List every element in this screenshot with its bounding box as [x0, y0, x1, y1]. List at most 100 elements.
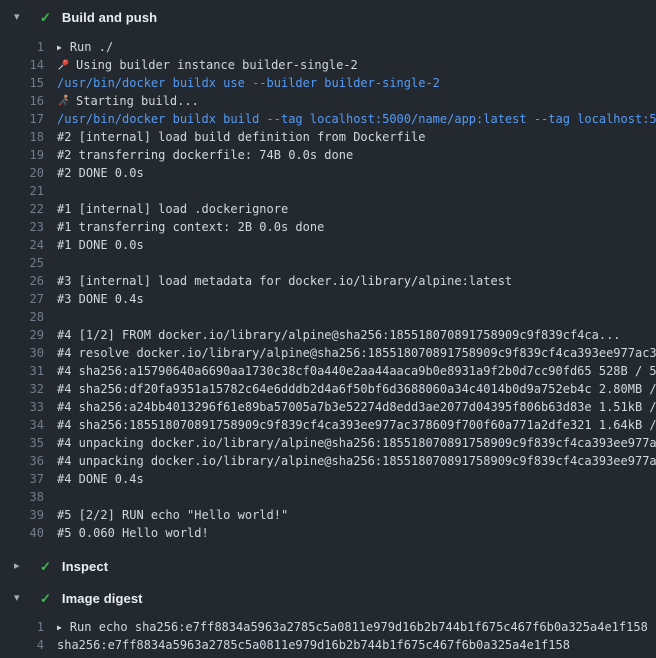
- line-number[interactable]: 14: [0, 56, 44, 74]
- line-number[interactable]: 29: [0, 326, 44, 344]
- section-header-build-and-push[interactable]: ▾ ✓ Build and push: [0, 0, 656, 34]
- section-title: Build and push: [62, 10, 157, 25]
- line-number[interactable]: 17: [0, 110, 44, 128]
- line-number[interactable]: 28: [0, 308, 44, 326]
- section-title: Inspect: [62, 559, 108, 574]
- line-number[interactable]: 27: [0, 290, 44, 308]
- log-line: 27 #3 DONE 0.4s: [0, 290, 656, 308]
- log-line: 35 #4 unpacking docker.io/library/alpine@…: [0, 434, 656, 452]
- log-lines-image-digest: 1 ▶Run echo sha256:e7ff8834a5963a2785c5a0…: [0, 614, 656, 658]
- line-number[interactable]: 31: [0, 362, 44, 380]
- log-line: 1 ▶Run ./: [0, 38, 656, 56]
- log-line-text: #5 0.060 Hello world!: [57, 524, 209, 542]
- line-number[interactable]: 1: [0, 618, 44, 636]
- log-line-text: #4 sha256:a24bb4013296f61e89ba57005a7b3e…: [57, 398, 656, 416]
- log-line-text: #3 [internal] load metadata for docker.i…: [57, 272, 512, 290]
- line-number[interactable]: 1: [0, 38, 44, 56]
- line-number[interactable]: 33: [0, 398, 44, 416]
- line-number[interactable]: 30: [0, 344, 44, 362]
- log-line: 28: [0, 308, 656, 326]
- log-line-text: #4 DONE 0.4s: [57, 470, 144, 488]
- runner-icon: [57, 94, 70, 107]
- log-line-text: #4 [1/2] FROM docker.io/library/alpine@s…: [57, 326, 621, 344]
- expand-arrow-icon[interactable]: ▶: [57, 619, 62, 636]
- log-line: 39 #5 [2/2] RUN echo "Hello world!": [0, 506, 656, 524]
- log-line: 16 Starting build...: [0, 92, 656, 110]
- log-line-text: Starting build...: [57, 92, 199, 110]
- log-line-text: #2 DONE 0.0s: [57, 164, 144, 182]
- log-line-text: #3 DONE 0.4s: [57, 290, 144, 308]
- log-line: 24 #1 DONE 0.0s: [0, 236, 656, 254]
- log-line: 32 #4 sha256:df20fa9351a15782c64e6dddb2d4…: [0, 380, 656, 398]
- log-line: 36 #4 unpacking docker.io/library/alpine@…: [0, 452, 656, 470]
- line-number[interactable]: 24: [0, 236, 44, 254]
- line-number[interactable]: 35: [0, 434, 44, 452]
- section-title: Image digest: [62, 591, 143, 606]
- line-number[interactable]: 18: [0, 128, 44, 146]
- log-line-text: Using builder instance builder-single-2: [57, 56, 358, 74]
- log-line-command: /usr/bin/docker buildx build --tag local…: [57, 110, 656, 128]
- line-number[interactable]: 21: [0, 182, 44, 200]
- line-number[interactable]: 36: [0, 452, 44, 470]
- success-check-icon: ✓: [40, 592, 51, 605]
- log-line-text: #1 transferring context: 2B 0.0s done: [57, 218, 324, 236]
- log-line-text: #4 unpacking docker.io/library/alpine@sh…: [57, 434, 656, 452]
- expand-arrow-icon[interactable]: ▶: [57, 39, 62, 56]
- log-line: 21: [0, 182, 656, 200]
- log-line-text: #4 sha256:df20fa9351a15782c64e6dddb2d4a6…: [57, 380, 656, 398]
- line-number[interactable]: 26: [0, 272, 44, 290]
- line-number[interactable]: 34: [0, 416, 44, 434]
- log-line-text: #4 sha256:185518070891758909c9f839cf4ca3…: [57, 416, 656, 434]
- log-line: 15/usr/bin/docker buildx use --builder b…: [0, 74, 656, 92]
- log-line: 34 #4 sha256:185518070891758909c9f839cf4c…: [0, 416, 656, 434]
- log-line: 29 #4 [1/2] FROM docker.io/library/alpine…: [0, 326, 656, 344]
- log-line: 4 sha256:e7ff8834a5963a2785c5a0811e979d16…: [0, 636, 656, 654]
- log-line: 1 ▶Run echo sha256:e7ff8834a5963a2785c5a0…: [0, 618, 656, 636]
- pushpin-icon: [57, 58, 70, 71]
- line-number[interactable]: 20: [0, 164, 44, 182]
- log-line-text: #1 [internal] load .dockerignore: [57, 200, 288, 218]
- log-line: 30 #4 resolve docker.io/library/alpine@sh…: [0, 344, 656, 362]
- line-number[interactable]: 19: [0, 146, 44, 164]
- line-number[interactable]: 32: [0, 380, 44, 398]
- line-number[interactable]: 15: [0, 74, 44, 92]
- success-check-icon: ✓: [40, 11, 51, 24]
- chevron-down-icon: ▾: [14, 12, 28, 23]
- line-number[interactable]: 37: [0, 470, 44, 488]
- log-line: 18 #2 [internal] load build definition fr…: [0, 128, 656, 146]
- log-line-text: sha256:e7ff8834a5963a2785c5a0811e979d16b…: [57, 636, 570, 654]
- log-line: 25: [0, 254, 656, 272]
- log-line-text: #4 resolve docker.io/library/alpine@sha2…: [57, 344, 656, 362]
- log-line-text: #2 [internal] load build definition from…: [57, 128, 425, 146]
- section-header-inspect[interactable]: ▸ ✓ Inspect: [0, 550, 656, 582]
- line-number[interactable]: 4: [0, 636, 44, 654]
- chevron-right-icon: ▸: [14, 561, 28, 572]
- log-line: 22 #1 [internal] load .dockerignore: [0, 200, 656, 218]
- line-number[interactable]: 39: [0, 506, 44, 524]
- log-line-text: #2 transferring dockerfile: 74B 0.0s don…: [57, 146, 353, 164]
- log-line-command: /usr/bin/docker buildx use --builder bui…: [57, 74, 440, 92]
- workflow-log: ▾✓Build and push1▶Run ./14Using builder …: [0, 0, 656, 658]
- line-number[interactable]: 40: [0, 524, 44, 542]
- log-line-text: #4 unpacking docker.io/library/alpine@sh…: [57, 452, 656, 470]
- line-number[interactable]: 23: [0, 218, 44, 236]
- log-line: 37 #4 DONE 0.4s: [0, 470, 656, 488]
- log-line: 20 #2 DONE 0.0s: [0, 164, 656, 182]
- log-line: 31 #4 sha256:a15790640a6690aa1730c38cf0a4…: [0, 362, 656, 380]
- log-line-text: #1 DONE 0.0s: [57, 236, 144, 254]
- log-line-text: #4 sha256:a15790640a6690aa1730c38cf0a440…: [57, 362, 656, 380]
- line-number[interactable]: 22: [0, 200, 44, 218]
- line-number[interactable]: 38: [0, 488, 44, 506]
- log-line: 19 #2 transferring dockerfile: 74B 0.0s d…: [0, 146, 656, 164]
- line-number[interactable]: 16: [0, 92, 44, 110]
- success-check-icon: ✓: [40, 560, 51, 573]
- log-line-text: ▶Run echo sha256:e7ff8834a5963a2785c5a08…: [57, 618, 648, 636]
- section-header-image-digest[interactable]: ▾✓Image digest: [0, 582, 656, 614]
- log-lines-build-and-push: 1 ▶Run ./ 14 Using builder instance builder…: [0, 34, 656, 550]
- line-number[interactable]: 25: [0, 254, 44, 272]
- log-line: 40 #5 0.060 Hello world!: [0, 524, 656, 542]
- log-line-text: #5 [2/2] RUN echo "Hello world!": [57, 506, 288, 524]
- log-line: 33 #4 sha256:a24bb4013296f61e89ba57005a7b…: [0, 398, 656, 416]
- log-line: 17/usr/bin/docker buildx build --tag loc…: [0, 110, 656, 128]
- log-line-text: ▶Run ./: [57, 38, 113, 56]
